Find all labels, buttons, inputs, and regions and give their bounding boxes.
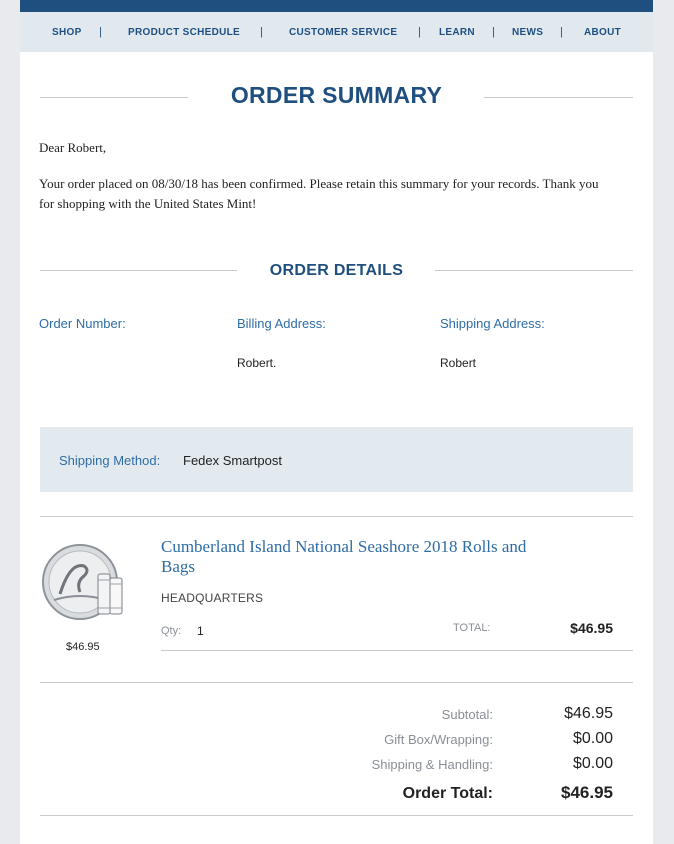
- nav-separator: |: [560, 26, 563, 38]
- coin-and-rolls-image[interactable]: [40, 542, 130, 622]
- item-total-value: $46.95: [570, 620, 613, 636]
- email-card: SHOP | PRODUCT SCHEDULE | CUSTOMER SERVI…: [20, 0, 653, 844]
- qty-label: Qty:: [161, 625, 182, 637]
- confirmation-message: Your order placed on 08/30/18 has been c…: [39, 176, 599, 211]
- shipping-method-panel: Shipping Method: Fedex Smartpost: [40, 427, 633, 492]
- billing-name: Robert.: [237, 356, 277, 370]
- gift-wrap-value: $0.00: [572, 730, 613, 747]
- top-brand-bar: [20, 0, 653, 12]
- divider: [40, 516, 633, 517]
- shipping-method-label: Shipping Method:: [59, 453, 161, 468]
- item-unit-price: $46.95: [66, 641, 100, 653]
- shipping-name: Robert: [440, 356, 477, 370]
- nav-about[interactable]: ABOUT: [584, 27, 621, 38]
- qty-value: 1: [197, 624, 204, 638]
- greeting: Dear Robert,: [39, 140, 107, 155]
- order-summary-title: ORDER SUMMARY: [230, 82, 443, 108]
- nav-separator: |: [260, 26, 263, 38]
- subtotal-value: $46.95: [564, 705, 613, 722]
- nav-separator: |: [492, 26, 495, 38]
- gift-wrap-label: Gift Box/Wrapping:: [384, 732, 493, 747]
- order-total-label: Order Total:: [402, 785, 493, 802]
- nav-news[interactable]: NEWS: [512, 27, 543, 38]
- order-total-value: $46.95: [561, 783, 613, 802]
- nav-learn[interactable]: LEARN: [439, 27, 475, 38]
- order-number-label: Order Number:: [39, 316, 126, 331]
- nav-shop[interactable]: SHOP: [52, 27, 82, 38]
- shipping-address-label: Shipping Address:: [440, 316, 545, 331]
- nav-separator: |: [418, 26, 421, 38]
- divider: [161, 650, 633, 651]
- shipping-handling-value: $0.00: [572, 755, 613, 772]
- shipping-handling-label: Shipping & Handling:: [371, 757, 493, 772]
- product-title-link[interactable]: Cumberland Island National Seashore 2018…: [161, 537, 541, 577]
- order-details-title: ORDER DETAILS: [269, 262, 404, 279]
- product-sku: HEADQUARTERS: [161, 591, 264, 605]
- shipping-method-value: Fedex Smartpost: [183, 453, 282, 468]
- nav-product-schedule[interactable]: PRODUCT SCHEDULE: [128, 27, 240, 38]
- divider: [40, 815, 633, 816]
- billing-address-label: Billing Address:: [237, 316, 326, 331]
- main-nav: SHOP | PRODUCT SCHEDULE | CUSTOMER SERVI…: [20, 12, 653, 52]
- nav-separator: |: [99, 26, 102, 38]
- divider: [40, 682, 633, 683]
- subtotal-label: Subtotal:: [441, 707, 493, 722]
- item-total-label: TOTAL:: [453, 622, 491, 634]
- nav-customer-service[interactable]: CUSTOMER SERVICE: [289, 27, 397, 38]
